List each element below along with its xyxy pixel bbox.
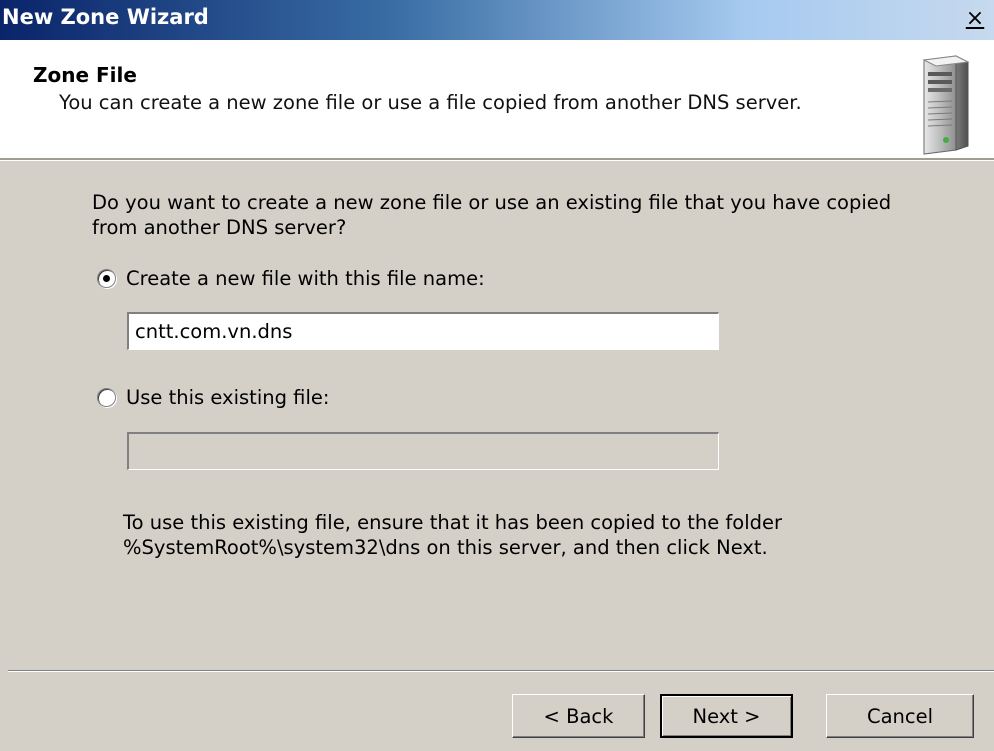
wizard-content: Do you want to create a new zone file or… — [0, 160, 994, 668]
existing-file-input[interactable] — [127, 432, 719, 470]
server-icon — [922, 55, 970, 155]
use-existing-file-radio[interactable] — [97, 388, 116, 407]
use-existing-file-option[interactable]: Use this existing file: — [97, 386, 329, 409]
create-new-file-option[interactable]: Create a new file with this file name: — [97, 267, 485, 290]
close-button[interactable]: × — [962, 6, 988, 32]
page-subtitle: You can create a new zone file or use a … — [59, 91, 802, 114]
create-new-file-radio[interactable] — [97, 269, 116, 288]
new-file-name-input[interactable] — [127, 312, 719, 350]
create-new-file-label: Create a new file with this file name: — [126, 267, 485, 290]
next-button[interactable]: Next > — [660, 694, 793, 738]
title-bar[interactable]: New Zone Wizard × — [0, 0, 994, 40]
wizard-header: Zone File You can create a new zone file… — [0, 40, 994, 160]
note-line-1: To use this existing file, ensure that i… — [123, 511, 783, 534]
page-title: Zone File — [33, 63, 137, 87]
new-zone-wizard-dialog: New Zone Wizard × Zone File You can crea… — [0, 0, 994, 751]
note-line-2: %SystemRoot%\system32\dns on this server… — [123, 536, 768, 559]
question-text: Do you want to create a new zone file or… — [92, 190, 952, 240]
use-existing-file-label: Use this existing file: — [126, 386, 330, 409]
window-title: New Zone Wizard — [2, 5, 209, 29]
cancel-button[interactable]: Cancel — [826, 694, 974, 738]
close-icon: × — [965, 6, 985, 31]
back-button[interactable]: < Back — [512, 694, 645, 738]
footer-divider — [8, 670, 994, 672]
question-line-2: from another DNS server? — [92, 216, 347, 239]
question-line-1: Do you want to create a new zone file or… — [92, 191, 892, 214]
existing-file-note: To use this existing file, ensure that i… — [123, 510, 923, 560]
